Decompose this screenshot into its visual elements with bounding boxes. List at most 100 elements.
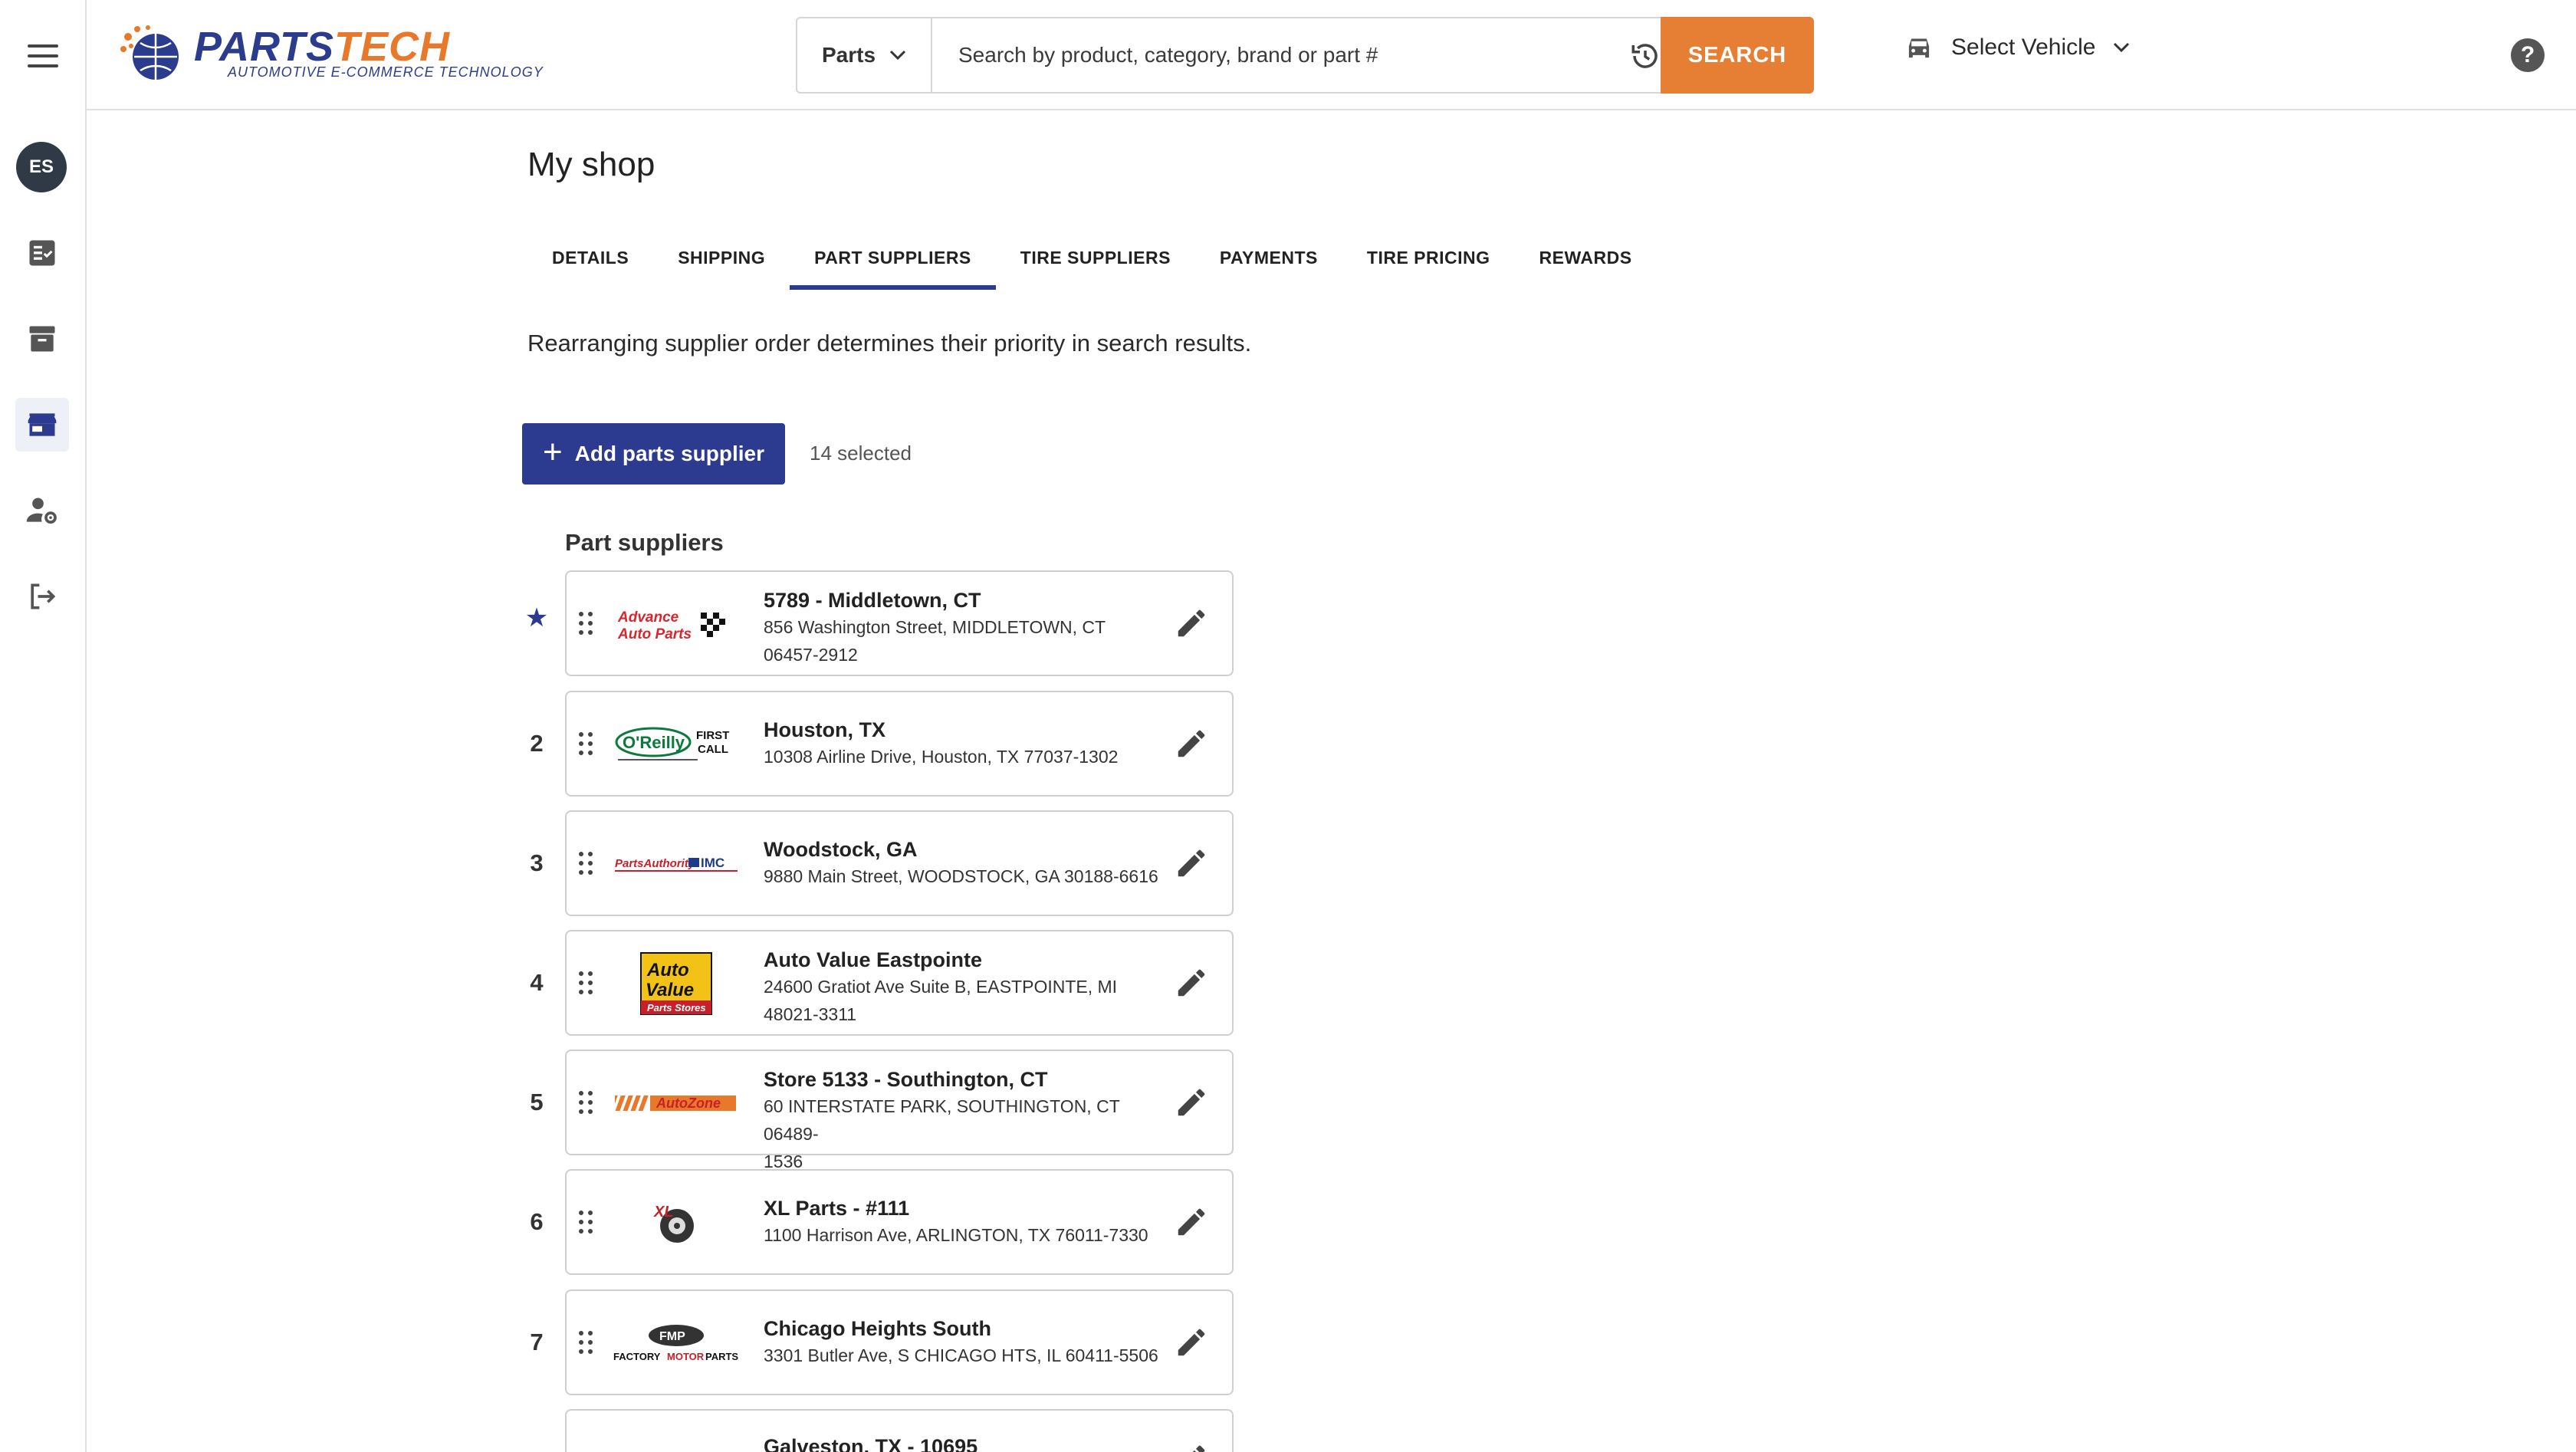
drag-handle-icon[interactable] <box>579 971 593 996</box>
select-vehicle-label: Select Vehicle <box>1951 34 2096 60</box>
supplier-card[interactable]: PartsAuthority IMC Woodstock, GA 9880 Mai… <box>565 810 1234 916</box>
supplier-name: Houston, TX <box>764 718 886 741</box>
history-icon <box>1631 44 1658 68</box>
svg-text:Value: Value <box>646 980 694 1000</box>
svg-text:FMP: FMP <box>659 1330 685 1343</box>
menu-icon[interactable] <box>28 44 58 67</box>
plus-icon: + <box>542 433 563 471</box>
logo-wordmark: PARTSTECH <box>194 24 451 70</box>
supplier-name: Chicago Heights South <box>764 1317 991 1340</box>
edit-pencil-icon[interactable] <box>1174 846 1209 881</box>
supplier-card[interactable]: Auto Value Parts Stores Auto Value Eastpoi… <box>565 930 1234 1036</box>
svg-text:XL: XL <box>653 1204 674 1220</box>
user-settings-nav-item[interactable] <box>15 484 69 537</box>
drag-handle-icon[interactable] <box>579 1211 593 1235</box>
drag-handle-icon[interactable] <box>579 1331 593 1355</box>
logout-nav-item[interactable] <box>15 570 69 623</box>
search-input[interactable] <box>958 40 1572 71</box>
edit-pencil-icon[interactable] <box>1174 1325 1209 1360</box>
search-category-dropdown[interactable]: Parts <box>797 18 932 92</box>
add-parts-supplier-button[interactable]: + Add parts supplier <box>522 423 785 485</box>
svg-text:Parts Stores: Parts Stores <box>647 1002 706 1013</box>
supplier-logo-oreilly: O'Reilly FIRST CALL <box>613 708 740 781</box>
svg-text:CALL: CALL <box>698 743 728 756</box>
supplier-name: 5789 - Middletown, CT <box>764 589 981 612</box>
tab-rewards[interactable]: REWARDS <box>1515 230 1657 290</box>
supplier-address-line-2: 06457-2912 <box>764 645 858 665</box>
help-icon[interactable]: ? <box>2511 38 2545 72</box>
chevron-down-icon <box>2114 42 2130 53</box>
supplier-rank: 6 <box>530 1208 544 1235</box>
preferred-star-icon: ★ <box>524 603 549 632</box>
svg-text:FIRST: FIRST <box>696 729 729 742</box>
edit-pencil-icon[interactable] <box>1174 726 1209 761</box>
supplier-logo-factory-motor-parts: FMP FACTORY MOTOR PARTS <box>613 1306 740 1380</box>
supplier-address-line-2: 48021-3311 <box>764 1004 857 1024</box>
supplier-card[interactable]: AutoZone Store 5133 - Southington, CT 60… <box>565 1050 1234 1171</box>
supplier-logo-advance-auto-parts: Advance Auto Parts <box>613 587 740 661</box>
supplier-name: Woodstock, GA <box>764 838 918 861</box>
chevron-down-icon <box>889 50 906 61</box>
tab-details[interactable]: DETAILS <box>527 230 653 290</box>
search-button[interactable]: SEARCH <box>1661 17 1814 94</box>
edit-pencil-icon[interactable] <box>1174 1204 1209 1240</box>
tab-tire-pricing[interactable]: TIRE PRICING <box>1342 230 1515 290</box>
supplier-address: 856 Washington Street, MIDDLETOWN, CT <box>764 617 1106 637</box>
partstech-logo[interactable]: PARTSTECH AUTOMOTIVE E-COMMERCE TECHNOLO… <box>117 23 543 84</box>
supplier-logo-parts-authority-imc: PartsAuthority IMC <box>613 827 740 901</box>
supplier-logo-autozone: AutoZone <box>613 1066 740 1140</box>
section-title: Part suppliers <box>565 529 724 556</box>
supplier-address: 24600 Gratiot Ave Suite B, EASTPOINTE, M… <box>764 977 1118 997</box>
svg-text:Auto: Auto <box>646 960 689 981</box>
tab-part-suppliers[interactable]: PART SUPPLIERS <box>790 230 996 290</box>
archive-nav-item[interactable] <box>15 312 69 366</box>
user-avatar[interactable]: ES <box>16 142 67 192</box>
tab-shipping[interactable]: SHIPPING <box>653 230 790 290</box>
edit-pencil-icon[interactable] <box>1174 1085 1209 1120</box>
supplier-logo-auto-value: Auto Value Parts Stores <box>613 947 740 1020</box>
supplier-address: 3301 Butler Ave, S CHICAGO HTS, IL 60411… <box>764 1345 1158 1365</box>
supplier-rank: 7 <box>530 1329 544 1355</box>
edit-pencil-icon[interactable] <box>1174 606 1209 641</box>
supplier-name: Galveston, TX - 10695 <box>764 1435 978 1452</box>
supplier-card[interactable]: APl Galveston, TX - 10695 <box>565 1409 1234 1452</box>
svg-text:IMC: IMC <box>701 856 724 870</box>
supplier-address: 10308 Airline Drive, Houston, TX 77037-1… <box>764 747 1119 767</box>
supplier-address: 9880 Main Street, WOODSTOCK, GA 30188-66… <box>764 866 1158 886</box>
page-title: My shop <box>527 146 656 183</box>
drag-handle-icon[interactable] <box>579 612 593 636</box>
supplier-name: Store 5133 - Southington, CT <box>764 1068 1048 1091</box>
search-bar: Parts SEARCH <box>796 17 1814 94</box>
supplier-card[interactable]: XL XL Parts - #111 1100 Harrison Ave, AR… <box>565 1169 1234 1275</box>
supplier-address: 60 INTERSTATE PARK, SOUTHINGTON, CT 0648… <box>764 1096 1120 1144</box>
supplier-logo-xl-parts: XL <box>613 1186 740 1260</box>
tab-payments[interactable]: PAYMENTS <box>1195 230 1342 290</box>
svg-text:FACTORY: FACTORY <box>613 1351 661 1362</box>
svg-text:Auto Parts: Auto Parts <box>617 626 692 642</box>
drag-handle-icon[interactable] <box>579 1091 593 1115</box>
select-vehicle-dropdown[interactable]: Select Vehicle <box>1904 34 2131 61</box>
svg-text:PARTS: PARTS <box>705 1351 738 1362</box>
shop-tabs: DETAILS SHIPPING PART SUPPLIERS TIRE SUP… <box>527 230 1657 290</box>
edit-pencil-icon[interactable] <box>1174 965 1209 1000</box>
drag-handle-icon[interactable] <box>579 732 593 757</box>
svg-text:MOTOR: MOTOR <box>667 1351 705 1362</box>
top-header: PARTSTECH AUTOMOTIVE E-COMMERCE TECHNOLO… <box>87 0 2576 110</box>
svg-text:AutoZone: AutoZone <box>656 1096 721 1111</box>
orders-nav-item[interactable] <box>15 226 69 280</box>
logo-tagline: AUTOMOTIVE E-COMMERCE TECHNOLOGY <box>228 64 544 80</box>
supplier-card[interactable]: FMP FACTORY MOTOR PARTS Chicago Heights Sou… <box>565 1289 1234 1395</box>
user-gear-icon <box>26 498 57 524</box>
left-navigation-rail: ES <box>0 0 87 1452</box>
my-shop-nav-item[interactable] <box>15 398 69 452</box>
supplier-card[interactable]: O'Reilly FIRST CALL Houston, TX 10308 Airl… <box>565 691 1234 797</box>
edit-pencil-icon[interactable] <box>1174 1441 1209 1452</box>
drag-handle-icon[interactable] <box>579 852 593 876</box>
selected-count: 14 selected <box>810 442 912 465</box>
svg-text:Advance: Advance <box>617 609 679 626</box>
storefront-icon <box>28 413 57 436</box>
checklist-icon <box>29 240 55 266</box>
supplier-rank: 3 <box>530 849 544 876</box>
supplier-card[interactable]: Advance Auto Parts 5789 - Middletown, CT … <box>565 570 1234 676</box>
tab-tire-suppliers[interactable]: TIRE SUPPLIERS <box>996 230 1195 290</box>
